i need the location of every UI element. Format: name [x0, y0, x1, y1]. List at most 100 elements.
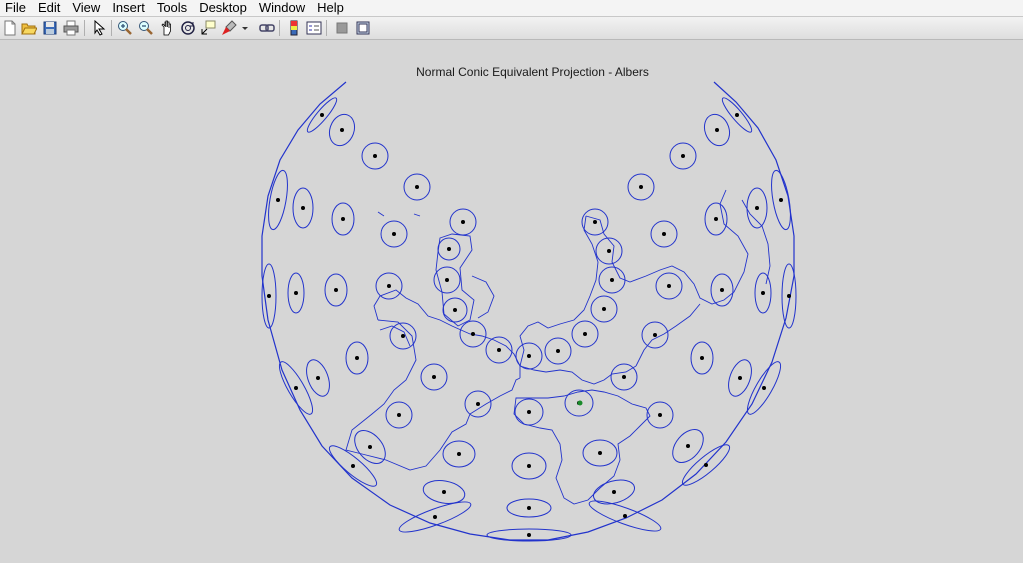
menu-tools[interactable]: Tools — [151, 0, 193, 16]
marker-point — [577, 400, 583, 406]
tissot-center-dot — [623, 514, 627, 518]
tissot-center-dot — [432, 375, 436, 379]
toolbar-separator — [326, 20, 327, 36]
tissot-center-dot — [527, 464, 531, 468]
tissot-center-dot — [301, 206, 305, 210]
tissot-center-dot — [667, 284, 671, 288]
tissot-center-dot — [476, 402, 480, 406]
tissot-center-dot — [351, 464, 355, 468]
tissot-center-dot — [471, 332, 475, 336]
toolbar-separator — [84, 20, 85, 36]
link-plot-icon[interactable] — [259, 20, 275, 36]
print-icon[interactable] — [63, 20, 79, 36]
data-cursor-icon[interactable] — [200, 20, 216, 36]
tissot-center-dot — [320, 113, 324, 117]
tissot-center-dot — [340, 128, 344, 132]
tissot-center-dot — [368, 445, 372, 449]
tissot-center-dot — [442, 490, 446, 494]
tissot-center-dot — [755, 206, 759, 210]
tissot-center-dot — [658, 413, 662, 417]
tissot-center-dot — [355, 356, 359, 360]
tissot-center-dot — [387, 284, 391, 288]
menu-bar: File Edit View Insert Tools Desktop Wind… — [0, 0, 1023, 17]
menu-desktop[interactable]: Desktop — [193, 0, 253, 16]
legend-icon[interactable] — [306, 20, 322, 36]
tissot-center-dot — [294, 291, 298, 295]
brush-icon[interactable] — [221, 20, 237, 36]
tissot-center-dot — [738, 376, 742, 380]
tissot-center-dot — [527, 410, 531, 414]
tissot-center-dot — [662, 232, 666, 236]
save-icon[interactable] — [42, 20, 58, 36]
menu-file[interactable]: File — [0, 0, 32, 16]
tissot-center-dot — [610, 278, 614, 282]
tissot-center-dot — [334, 288, 338, 292]
rotate-3d-icon[interactable] — [180, 20, 196, 36]
tissot-center-dot — [607, 249, 611, 253]
tissot-center-dot — [686, 444, 690, 448]
toolbar-separator — [111, 20, 112, 36]
brush-dropdown-arrow-icon[interactable] — [240, 20, 256, 36]
tissot-center-dot — [787, 294, 791, 298]
toolbar-separator — [279, 20, 280, 36]
tissot-center-dot — [294, 386, 298, 390]
tissot-center-dot — [341, 217, 345, 221]
tissot-center-dot — [445, 278, 449, 282]
menu-window[interactable]: Window — [253, 0, 311, 16]
menu-view[interactable]: View — [66, 0, 106, 16]
tissot-center-dot — [527, 533, 531, 537]
tissot-center-dot — [453, 308, 457, 312]
map-axes[interactable] — [0, 40, 1023, 563]
new-figure-icon[interactable] — [2, 20, 18, 36]
tissot-center-dot — [316, 376, 320, 380]
tissot-center-dot — [653, 333, 657, 337]
tissot-center-dot — [373, 154, 377, 158]
tissot-center-dot — [639, 185, 643, 189]
tissot-center-dot — [556, 349, 560, 353]
tissot-center-dot — [276, 198, 280, 202]
tissot-center-dot — [622, 375, 626, 379]
tissot-center-dot — [415, 185, 419, 189]
figure-toolbar — [0, 17, 1023, 40]
tissot-center-dot — [715, 128, 719, 132]
tissot-center-dot — [735, 113, 739, 117]
tissot-center-dot — [779, 198, 783, 202]
zoom-out-icon[interactable] — [138, 20, 154, 36]
tissot-center-dot — [602, 307, 606, 311]
menu-insert[interactable]: Insert — [106, 0, 151, 16]
tissot-center-dot — [397, 413, 401, 417]
tissot-center-dot — [267, 294, 271, 298]
zoom-in-icon[interactable] — [117, 20, 133, 36]
colorbar-icon[interactable] — [286, 20, 302, 36]
tissot-center-dot — [681, 154, 685, 158]
tissot-center-dot — [497, 348, 501, 352]
open-file-icon[interactable] — [21, 20, 37, 36]
tissot-center-dot — [433, 515, 437, 519]
tissot-center-dot — [704, 463, 708, 467]
tissot-center-dot — [598, 451, 602, 455]
menu-edit[interactable]: Edit — [32, 0, 66, 16]
tissot-center-dot — [527, 506, 531, 510]
tissot-center-dot — [457, 452, 461, 456]
tissot-center-dot — [714, 217, 718, 221]
map-frame — [261, 81, 795, 541]
tissot-indicatrix — [261, 97, 797, 542]
tissot-center-dot — [761, 291, 765, 295]
tissot-center-dot — [612, 490, 616, 494]
tissot-center-dot — [461, 220, 465, 224]
tissot-center-dot — [527, 354, 531, 358]
hide-plot-tools-icon[interactable] — [334, 20, 350, 36]
tissot-center-dot — [593, 220, 597, 224]
tissot-center-dot — [762, 386, 766, 390]
tissot-center-dot — [720, 288, 724, 292]
figure-canvas[interactable]: Normal Conic Equivalent Projection - Alb… — [0, 40, 1023, 563]
pan-icon[interactable] — [159, 20, 175, 36]
tissot-center-dot — [583, 332, 587, 336]
tissot-center-dot — [700, 356, 704, 360]
menu-help[interactable]: Help — [311, 0, 350, 16]
show-plot-tools-icon[interactable] — [355, 20, 371, 36]
tissot-center-dot — [392, 232, 396, 236]
pointer-icon[interactable] — [91, 20, 107, 36]
tissot-center-dot — [401, 334, 405, 338]
tissot-center-dot — [447, 247, 451, 251]
